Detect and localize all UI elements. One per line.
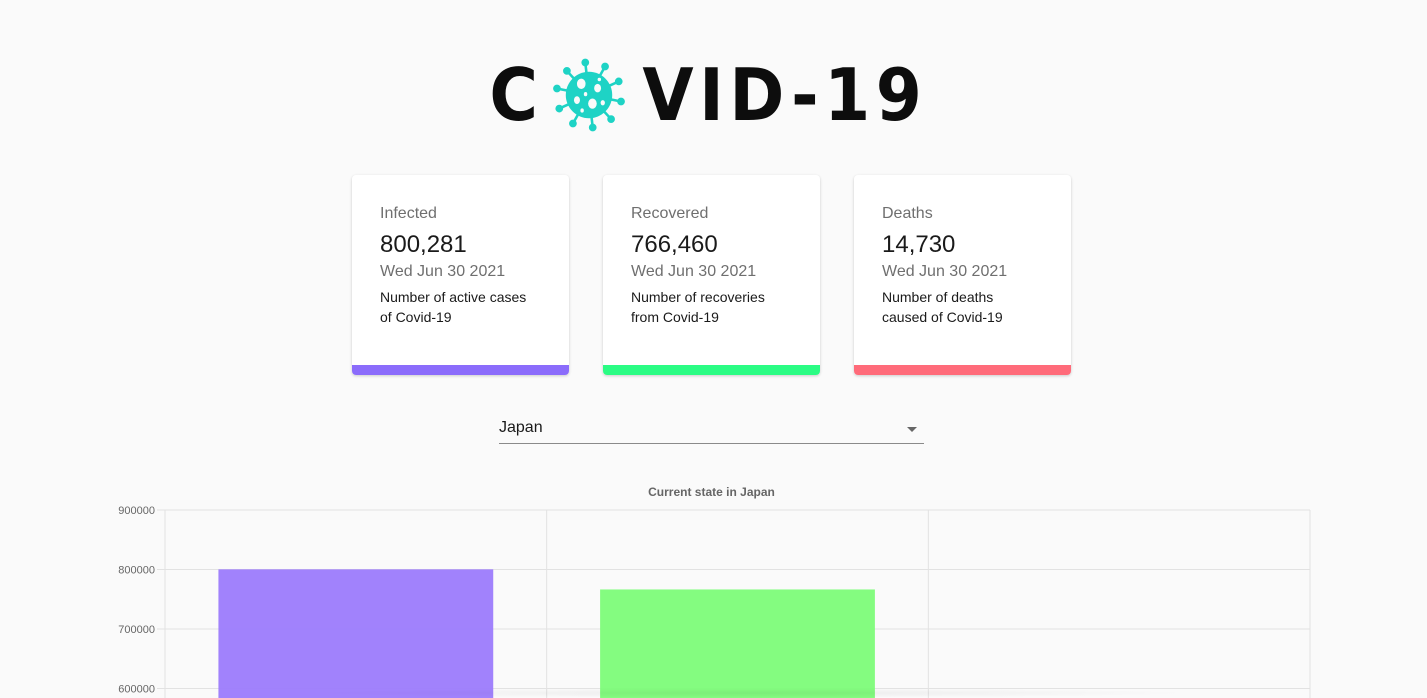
bar-recovered: [600, 589, 875, 698]
bottom-shadow: [300, 688, 1200, 698]
bar-infected: [218, 569, 494, 698]
y-tick-label: 700000: [118, 624, 155, 636]
y-tick-label: 800000: [118, 565, 155, 577]
y-tick-label: 600000: [118, 684, 155, 696]
y-tick-label: 900000: [118, 505, 155, 517]
bar-chart: 900000 800000 700000 600000: [118, 505, 1311, 698]
